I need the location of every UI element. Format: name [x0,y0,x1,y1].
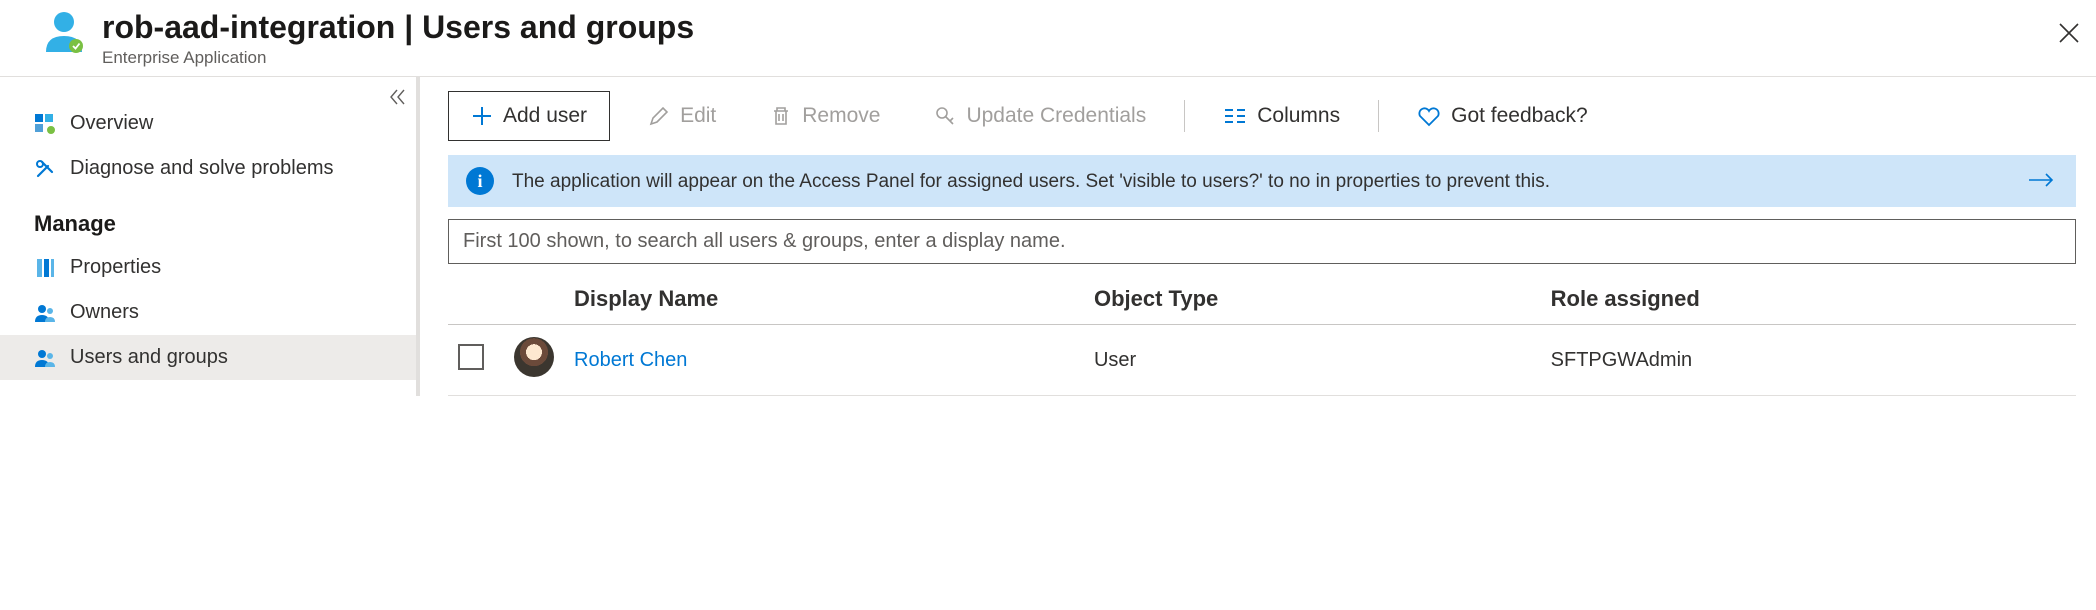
sidebar: Overview Diagnose and solve problems Man… [0,77,420,396]
enterprise-app-icon [40,8,88,56]
col-object-type[interactable]: Object Type [1084,274,1541,325]
sidebar-section-manage: Manage [0,191,416,245]
display-name-cell[interactable]: Robert Chen [564,325,1084,396]
sidebar-item-label: Owners [70,301,139,324]
button-label: Got feedback? [1451,104,1588,128]
toolbar-divider [1184,100,1185,132]
page-title: rob-aad-integration | Users and groups [102,8,2072,46]
page-subtitle: Enterprise Application [102,48,2072,68]
feedback-button[interactable]: Got feedback? [1401,96,1604,136]
row-checkbox[interactable] [458,344,484,370]
button-label: Edit [680,104,716,128]
arrow-right-icon [2028,176,2054,191]
table-row[interactable]: Robert Chen User SFTPGWAdmin [448,325,2076,396]
info-banner: i The application will appear on the Acc… [448,155,2076,207]
columns-button[interactable]: Columns [1207,96,1356,136]
sidebar-item-users-groups[interactable]: Users and groups [0,335,416,380]
toolbar: Add user Edit Remove [448,77,2076,155]
owners-icon [34,302,56,324]
toolbar-divider [1378,100,1379,132]
button-label: Add user [503,104,587,128]
info-icon: i [466,167,494,195]
main-content: Add user Edit Remove [420,77,2096,396]
remove-button: Remove [754,96,896,136]
update-credentials-button: Update Credentials [918,96,1162,136]
button-label: Update Credentials [966,104,1146,128]
plus-icon [471,105,493,127]
user-avatar [514,337,554,377]
sidebar-item-label: Diagnose and solve problems [70,157,334,180]
collapse-sidebar-button[interactable] [388,87,408,113]
sidebar-item-properties[interactable]: Properties [0,245,416,290]
col-role-assigned[interactable]: Role assigned [1541,274,2076,325]
info-banner-text: The application will appear on the Acces… [512,169,2006,195]
sidebar-item-label: Users and groups [70,346,228,369]
info-banner-action[interactable] [2024,168,2058,195]
button-label: Remove [802,104,880,128]
close-button[interactable] [2054,18,2084,51]
button-label: Columns [1257,104,1340,128]
chevron-double-left-icon [388,90,408,112]
edit-button: Edit [632,96,732,136]
sidebar-item-label: Overview [70,112,153,135]
heart-icon [1417,105,1441,127]
col-avatar [504,274,564,325]
sidebar-item-overview[interactable]: Overview [0,101,416,146]
close-icon [2058,32,2080,47]
object-type-cell: User [1084,325,1541,396]
col-display-name[interactable]: Display Name [564,274,1084,325]
page-header: rob-aad-integration | Users and groups E… [0,0,2096,77]
sidebar-item-diagnose[interactable]: Diagnose and solve problems [0,146,416,191]
users-groups-icon [34,347,56,369]
users-table: Display Name Object Type Role assigned R… [448,274,2076,396]
overview-icon [34,113,56,135]
sidebar-item-label: Properties [70,256,161,279]
columns-icon [1223,105,1247,127]
role-assigned-cell: SFTPGWAdmin [1541,325,2076,396]
search-input[interactable] [448,219,2076,264]
add-user-button[interactable]: Add user [448,91,610,141]
trash-icon [770,105,792,127]
tools-icon [34,158,56,180]
sidebar-item-owners[interactable]: Owners [0,290,416,335]
col-checkbox [448,274,504,325]
key-icon [934,105,956,127]
properties-icon [34,257,56,279]
pencil-icon [648,105,670,127]
